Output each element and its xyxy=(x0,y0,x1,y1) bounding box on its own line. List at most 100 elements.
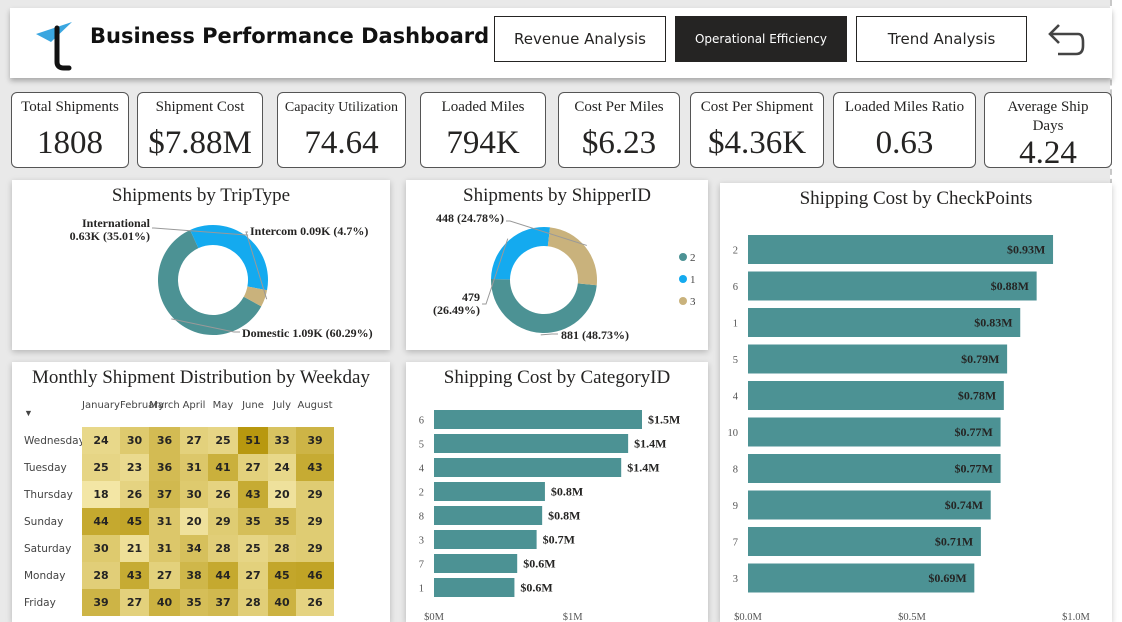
heatmap-cell[interactable]: 31 xyxy=(149,535,180,562)
heatmap-cell[interactable]: 27 xyxy=(180,427,208,454)
heatmap-cell[interactable]: 27 xyxy=(238,562,268,589)
kpi-loaded-miles: Loaded Miles 794K xyxy=(420,92,546,168)
back-arrow-icon[interactable] xyxy=(1046,22,1086,58)
heatmap-cell[interactable]: 29 xyxy=(296,481,334,508)
heatmap-cell[interactable]: 30 xyxy=(82,535,120,562)
bar-1[interactable] xyxy=(434,578,515,597)
data-label: $0.69M xyxy=(928,571,966,585)
bar-7[interactable] xyxy=(434,554,518,573)
heatmap-cell[interactable]: 31 xyxy=(149,508,180,535)
category-tick-label: 2 xyxy=(733,246,738,257)
data-label: 881 (48.73%) xyxy=(561,328,629,342)
heatmap-cell[interactable]: 29 xyxy=(208,508,238,535)
heatmap-cell[interactable]: 43 xyxy=(238,481,268,508)
kpi-value: $6.23 xyxy=(581,125,657,161)
heatmap-cell[interactable]: 37 xyxy=(208,589,238,616)
sort-arrow-icon[interactable]: ▼ xyxy=(24,408,33,418)
nav-trend-analysis[interactable]: Trend Analysis xyxy=(856,16,1027,62)
legend-label: 1 xyxy=(690,274,696,286)
bar-6[interactable] xyxy=(434,410,642,429)
bar-8[interactable] xyxy=(434,506,543,525)
heatmap-cell[interactable]: 27 xyxy=(149,562,180,589)
data-label: (26.49%) xyxy=(433,303,480,317)
heatmap-cell[interactable]: 38 xyxy=(180,562,208,589)
data-label: International xyxy=(82,216,151,230)
nav-revenue-analysis[interactable]: Revenue Analysis xyxy=(494,16,666,62)
row-header: Tuesday xyxy=(24,462,67,474)
heatmap-cell[interactable]: 45 xyxy=(268,562,296,589)
heatmap-cell[interactable]: 29 xyxy=(296,508,334,535)
heatmap-cell[interactable]: 40 xyxy=(268,589,296,616)
heatmap-cell[interactable]: 40 xyxy=(149,589,180,616)
heatmap-cell[interactable]: 36 xyxy=(149,454,180,481)
nav-operational-efficiency[interactable]: Operational Efficiency xyxy=(675,16,847,62)
heatmap-cell[interactable]: 41 xyxy=(208,454,238,481)
heatmap-cell[interactable]: 28 xyxy=(82,562,120,589)
heatmap-cell[interactable]: 28 xyxy=(208,535,238,562)
heatmap-cell[interactable]: 45 xyxy=(120,508,149,535)
heatmap-cell[interactable]: 27 xyxy=(120,589,149,616)
heatmap-cell[interactable]: 28 xyxy=(238,589,268,616)
kpi-label: Cost Per Shipment xyxy=(700,99,814,115)
heatmap-cell[interactable]: 27 xyxy=(238,454,268,481)
heatmap-cell[interactable]: 43 xyxy=(120,562,149,589)
heatmap-cell[interactable]: 37 xyxy=(149,481,180,508)
donut-slice-1[interactable] xyxy=(491,227,550,280)
heatmap-cell[interactable]: 25 xyxy=(82,454,120,481)
heatmap-cell[interactable]: 30 xyxy=(180,481,208,508)
heatmap-cell[interactable]: 18 xyxy=(82,481,120,508)
data-label: $0.79M xyxy=(961,352,999,366)
category-tick-label: 7 xyxy=(419,560,424,571)
heatmap-cell[interactable]: 46 xyxy=(296,562,334,589)
data-label: $0.74M xyxy=(945,498,983,512)
bar-5[interactable] xyxy=(434,434,629,453)
heatmap-cell[interactable]: 35 xyxy=(238,508,268,535)
heatmap-cell[interactable]: 35 xyxy=(180,589,208,616)
row-header: Friday xyxy=(24,597,56,609)
leader-line xyxy=(540,333,558,336)
donut-slice-3[interactable] xyxy=(547,227,597,286)
kpi-average-ship-days: Average Ship Days 4.24 xyxy=(984,92,1112,171)
heatmap-cell[interactable]: 26 xyxy=(296,589,334,616)
heatmap-cell[interactable]: 34 xyxy=(180,535,208,562)
heatmap-cell[interactable]: 39 xyxy=(296,427,334,454)
heatmap-cell[interactable]: 31 xyxy=(180,454,208,481)
data-label: 448 (24.78%) xyxy=(436,211,504,225)
heatmap-cell[interactable]: 43 xyxy=(296,454,334,481)
heatmap-cell[interactable]: 26 xyxy=(208,481,238,508)
heatmap-cell[interactable]: 21 xyxy=(120,535,149,562)
heatmap-cell[interactable]: 25 xyxy=(208,427,238,454)
heatmap-cell[interactable]: 28 xyxy=(268,535,296,562)
chart-card-heatmap: Monthly Shipment Distribution by Weekday… xyxy=(12,362,390,622)
heatmap-cell[interactable]: 24 xyxy=(82,427,120,454)
category-tick-label: 3 xyxy=(419,536,424,547)
donut-slice-2[interactable] xyxy=(491,278,597,334)
legend-label: 3 xyxy=(690,296,696,308)
category-tick-label: 5 xyxy=(419,440,424,451)
heatmap-cell[interactable]: 39 xyxy=(82,589,120,616)
heatmap-cell[interactable]: 36 xyxy=(149,427,180,454)
heatmap-cell[interactable]: 20 xyxy=(180,508,208,535)
kpi-label: Total Shipments xyxy=(21,99,119,115)
heatmap-cell[interactable]: 51 xyxy=(238,427,268,454)
heatmap-cell[interactable]: 44 xyxy=(82,508,120,535)
kpi-label: Capacity Utilization xyxy=(284,100,399,115)
bar-2[interactable] xyxy=(434,482,545,501)
row-header: Thursday xyxy=(24,489,73,501)
heatmap-cell[interactable]: 29 xyxy=(296,535,334,562)
column-header: February xyxy=(120,400,165,411)
heatmap-cell[interactable]: 23 xyxy=(120,454,149,481)
heatmap-cell[interactable]: 25 xyxy=(238,535,268,562)
data-label: 0.63K (35.01%) xyxy=(70,229,150,243)
heatmap-cell[interactable]: 33 xyxy=(268,427,296,454)
x-tick-label: $1M xyxy=(563,612,584,622)
heatmap-cell[interactable]: 20 xyxy=(268,481,296,508)
kpi-value: 74.64 xyxy=(304,125,379,161)
heatmap-cell[interactable]: 26 xyxy=(120,481,149,508)
bar-3[interactable] xyxy=(434,530,537,549)
heatmap-cell[interactable]: 44 xyxy=(208,562,238,589)
heatmap-cell[interactable]: 30 xyxy=(120,427,149,454)
heatmap-cell[interactable]: 24 xyxy=(268,454,296,481)
heatmap-cell[interactable]: 35 xyxy=(268,508,296,535)
bar-4[interactable] xyxy=(434,458,622,477)
